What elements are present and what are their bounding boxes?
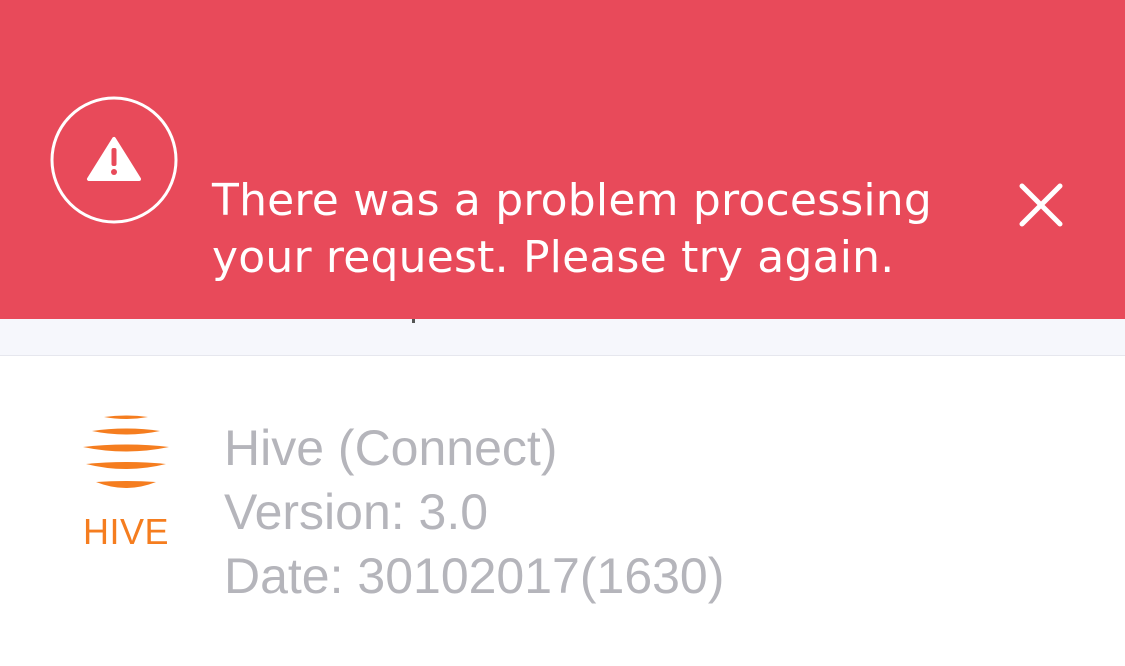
error-message-line-1: There was a problem processing — [212, 175, 932, 226]
close-icon — [1019, 183, 1063, 227]
warning-icon — [50, 96, 178, 224]
hive-logo-icon — [83, 415, 169, 488]
strip-tick — [412, 319, 415, 323]
hive-logo: HIVE — [78, 412, 174, 557]
app-version: Version: 3.0 — [224, 484, 489, 540]
app-name: Hive (Connect) — [224, 420, 558, 476]
error-banner: There was a problem processing your requ… — [0, 0, 1125, 319]
hive-logo-text: HIVE — [82, 511, 170, 552]
error-message: There was a problem processing your requ… — [212, 172, 952, 286]
header-strip — [0, 319, 1125, 356]
error-message-line-2: your request. Please try again. — [212, 232, 895, 283]
app-date: Date: 30102017(1630) — [224, 548, 725, 604]
close-button[interactable] — [1008, 172, 1072, 236]
app-info: Hive (Connect) Version: 3.0 Date: 301020… — [224, 416, 724, 608]
